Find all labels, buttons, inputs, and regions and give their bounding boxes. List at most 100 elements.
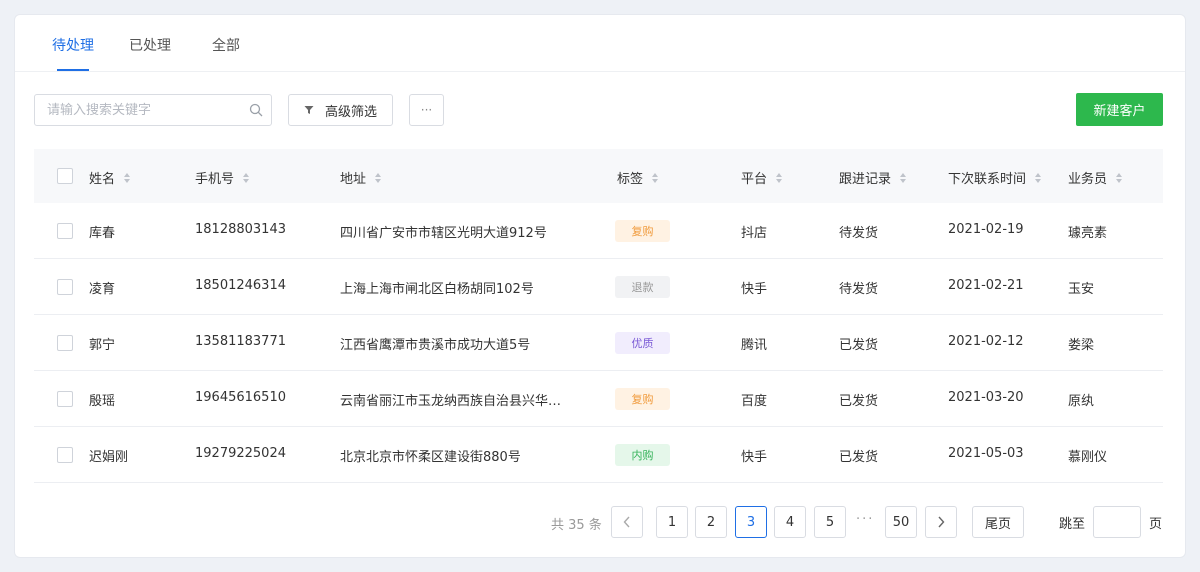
cell-address: 上海上海市闸北区白杨胡同102号 (340, 282, 534, 297)
more-button[interactable]: ··· (409, 94, 444, 126)
cell-name: 凌育 (89, 282, 116, 297)
cell-staff: 玉安 (1068, 282, 1095, 297)
cell-record: 已发货 (839, 394, 879, 409)
sort-icon[interactable] (651, 172, 659, 184)
column-header-label: 标签 (617, 172, 644, 187)
last-page-button[interactable]: 尾页 (972, 506, 1024, 538)
cell-staff: 慕刚仪 (1068, 450, 1108, 465)
search-input[interactable] (47, 95, 237, 125)
cell-platform: 百度 (741, 394, 768, 409)
column-header-platform[interactable]: 平台 (741, 168, 783, 187)
cell-phone: 18128803143 (195, 222, 286, 237)
cell-staff: 娄梁 (1068, 338, 1095, 353)
cell-phone: 18501246314 (195, 278, 286, 293)
cell-name: 库春 (89, 226, 116, 241)
tab-active-indicator (57, 69, 89, 71)
table-row[interactable]: 凌育 18501246314 上海上海市闸北区白杨胡同102号 退款 快手 待发… (34, 259, 1163, 315)
column-header-record[interactable]: 跟进记录 (839, 168, 907, 187)
column-header-label: 地址 (340, 172, 367, 187)
row-checkbox[interactable] (57, 223, 73, 239)
search-box (34, 94, 272, 126)
column-header-phone[interactable]: 手机号 (195, 168, 250, 187)
tab-all[interactable]: 全部 (212, 35, 240, 55)
column-header-name[interactable]: 姓名 (89, 168, 131, 187)
tag-badge: 优质 (615, 332, 670, 354)
cell-record: 待发货 (839, 282, 879, 297)
cell-address: 云南省丽江市玉龙纳西族自治县兴华… (340, 394, 562, 409)
column-header-address[interactable]: 地址 (340, 168, 382, 187)
cell-record: 已发货 (839, 338, 879, 353)
next-page-button[interactable] (925, 506, 957, 538)
cell-address: 北京北京市怀柔区建设街880号 (340, 450, 521, 465)
sort-icon[interactable] (775, 172, 783, 184)
tag-badge: 内购 (615, 444, 670, 466)
pagination-ellipsis[interactable]: ··· (856, 512, 874, 527)
pagination-total: 共 35 条 (551, 518, 602, 533)
cell-name: 殷瑶 (89, 394, 116, 409)
column-header-label: 跟进记录 (839, 172, 892, 187)
cell-next-contact: 2021-02-12 (948, 334, 1024, 349)
advanced-filter-button[interactable]: 高级筛选 (288, 94, 393, 126)
cell-phone: 19279225024 (195, 446, 286, 461)
tab-processed[interactable]: 已处理 (129, 35, 171, 55)
page-button-1[interactable]: 1 (656, 506, 688, 538)
prev-page-button[interactable] (611, 506, 643, 538)
table-row[interactable]: 郭宁 13581183771 江西省鹰潭市贵溪市成功大道5号 优质 腾讯 已发货… (34, 315, 1163, 371)
column-header-next-contact[interactable]: 下次联系时间 (948, 168, 1042, 187)
cell-next-contact: 2021-03-20 (948, 390, 1024, 405)
sort-icon[interactable] (899, 172, 907, 184)
column-header-label: 姓名 (89, 172, 116, 187)
sort-icon[interactable] (1115, 172, 1123, 184)
cell-record: 已发货 (839, 450, 879, 465)
cell-staff: 原纨 (1068, 394, 1095, 409)
tab-bar: 待处理 已处理 全部 (15, 15, 1185, 72)
row-checkbox[interactable] (57, 391, 73, 407)
cell-platform: 快手 (741, 282, 768, 297)
cell-phone: 19645616510 (195, 390, 286, 405)
table-row[interactable]: 殷瑶 19645616510 云南省丽江市玉龙纳西族自治县兴华… 复购 百度 已… (34, 371, 1163, 427)
jump-to-label: 跳至 (1059, 517, 1086, 532)
page-button-last-number[interactable]: 50 (885, 506, 917, 538)
cell-record: 待发货 (839, 226, 879, 241)
chevron-left-icon (623, 516, 630, 528)
table-row[interactable]: 库春 18128803143 四川省广安市市辖区光明大道912号 复购 抖店 待… (34, 203, 1163, 259)
table-header: 姓名 手机号 地址 标签 平台 跟进记录 下次联系时间 业务员 (34, 149, 1163, 203)
cell-platform: 抖店 (741, 226, 768, 241)
column-header-label: 下次联系时间 (948, 172, 1027, 187)
row-checkbox[interactable] (57, 279, 73, 295)
page-button-5[interactable]: 5 (814, 506, 846, 538)
row-checkbox[interactable] (57, 335, 73, 351)
column-header-staff[interactable]: 业务员 (1068, 168, 1123, 187)
cell-name: 郭宁 (89, 338, 116, 353)
sort-icon[interactable] (123, 172, 131, 184)
cell-phone: 13581183771 (195, 334, 286, 349)
cell-staff: 璩亮素 (1068, 226, 1108, 241)
cell-platform: 快手 (741, 450, 768, 465)
customer-list-card: 待处理 已处理 全部 高级筛选 ··· 新建客户 姓名 手机号 地址 (14, 14, 1186, 558)
tag-badge: 退款 (615, 276, 670, 298)
page-button-2[interactable]: 2 (695, 506, 727, 538)
tag-badge: 复购 (615, 220, 670, 242)
search-icon[interactable] (249, 103, 263, 117)
cell-address: 四川省广安市市辖区光明大道912号 (340, 226, 547, 241)
tab-pending[interactable]: 待处理 (52, 35, 94, 55)
select-all-checkbox[interactable] (57, 168, 73, 184)
page-button-3[interactable]: 3 (735, 506, 767, 538)
column-header-tag[interactable]: 标签 (617, 168, 659, 187)
cell-next-contact: 2021-02-21 (948, 278, 1024, 293)
column-header-label: 手机号 (195, 172, 235, 187)
sort-icon[interactable] (242, 172, 250, 184)
row-checkbox[interactable] (57, 447, 73, 463)
page-button-4[interactable]: 4 (774, 506, 806, 538)
chevron-right-icon (938, 516, 945, 528)
filter-icon (304, 106, 314, 114)
jump-page-input[interactable] (1093, 506, 1141, 538)
table-row[interactable]: 迟娟刚 19279225024 北京北京市怀柔区建设街880号 内购 快手 已发… (34, 427, 1163, 483)
cell-name: 迟娟刚 (89, 450, 129, 465)
sort-icon[interactable] (1034, 172, 1042, 184)
column-header-label: 平台 (741, 172, 768, 187)
new-customer-button[interactable]: 新建客户 (1076, 93, 1163, 126)
sort-icon[interactable] (374, 172, 382, 184)
advanced-filter-label: 高级筛选 (324, 104, 377, 120)
cell-address: 江西省鹰潭市贵溪市成功大道5号 (340, 338, 531, 353)
